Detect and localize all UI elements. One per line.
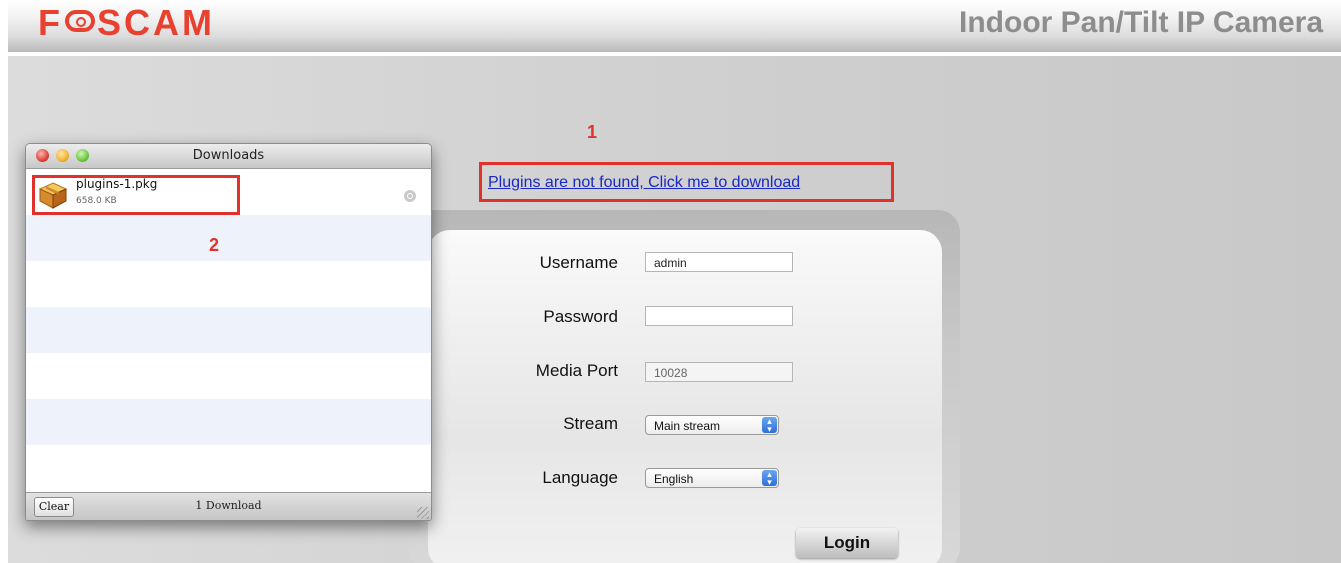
downloads-window-title: Downloads	[192, 148, 265, 163]
resize-grip-icon[interactable]	[417, 507, 429, 519]
username-input[interactable]: admin	[645, 252, 793, 272]
language-select[interactable]: English ▴ ▾	[645, 468, 779, 488]
list-row	[26, 399, 431, 445]
downloads-window: Downloads plugins-1.pkg 658.0 KB 1 Downl…	[25, 143, 432, 521]
select-arrows-icon: ▴ ▾	[762, 470, 777, 487]
list-row	[26, 307, 431, 353]
username-label: Username	[539, 253, 618, 272]
stream-label: Stream	[563, 414, 618, 433]
login-button[interactable]: Login	[796, 528, 898, 558]
media-port-label: Media Port	[535, 361, 618, 380]
list-row	[26, 215, 431, 261]
magnifier-icon[interactable]	[404, 190, 416, 202]
annotation-marker-2: 2	[209, 235, 220, 255]
header: F SCAM Indoor Pan/Tilt IP Camera	[8, 0, 1341, 52]
downloads-footer: 1 Download Clear	[26, 492, 431, 520]
annotation-marker-1: 1	[587, 122, 598, 142]
language-select-value: English	[654, 472, 694, 486]
plugin-download-link[interactable]: Plugins are not found, Click me to downl…	[488, 174, 800, 192]
stream-select-value: Main stream	[654, 419, 721, 433]
annotation-box-2	[32, 175, 240, 215]
media-port-input[interactable]: 10028	[645, 362, 793, 382]
downloads-list	[26, 169, 431, 492]
clear-button[interactable]: Clear	[34, 497, 74, 517]
downloads-titlebar[interactable]: Downloads	[26, 144, 431, 169]
login-panel-inner	[428, 230, 942, 563]
download-count: 1 Download	[195, 499, 262, 512]
select-arrows-icon: ▴ ▾	[762, 417, 777, 434]
foscam-logo: F SCAM	[38, 2, 215, 43]
list-row	[26, 261, 431, 307]
password-input[interactable]	[645, 306, 793, 326]
stream-select[interactable]: Main stream ▴ ▾	[645, 415, 779, 435]
product-title: Indoor Pan/Tilt IP Camera	[959, 6, 1323, 39]
language-label: Language	[542, 468, 618, 487]
page: F SCAM Indoor Pan/Tilt IP Camera 1 Plugin…	[0, 0, 1341, 563]
list-row	[26, 445, 431, 491]
list-row	[26, 353, 431, 399]
password-label: Password	[543, 307, 618, 326]
